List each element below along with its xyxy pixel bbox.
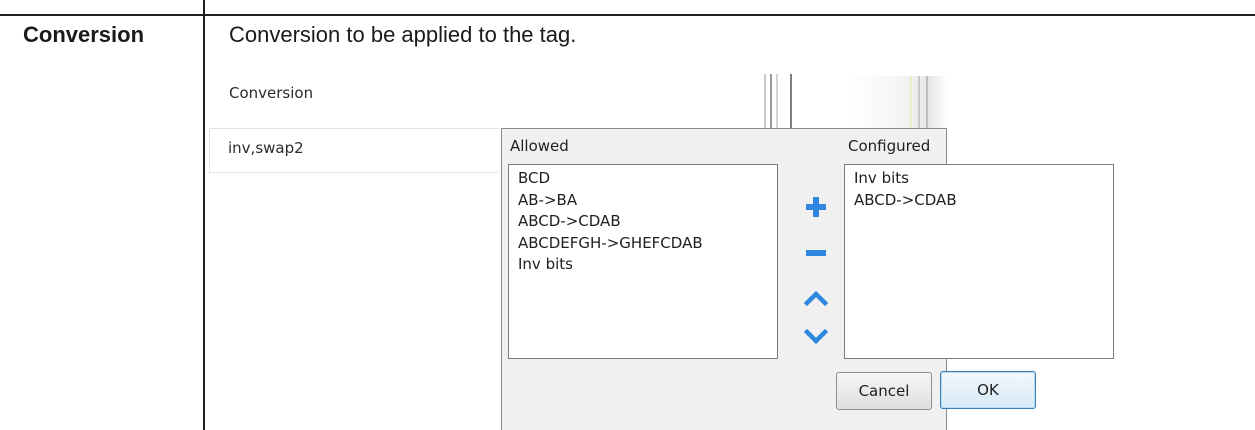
parameter-name: Conversion — [23, 22, 145, 47]
minus-icon[interactable] — [802, 239, 830, 267]
table-column-divider-top — [203, 0, 205, 15]
conversion-input[interactable]: inv,swap2 — [209, 128, 499, 173]
allowed-list-label: Allowed — [510, 137, 569, 155]
conversion-field-caption: Conversion — [229, 84, 314, 102]
list-item[interactable]: ABCD->CDAB — [518, 211, 777, 233]
configured-list-label: Configured — [848, 137, 931, 155]
table-row-divider — [0, 14, 1255, 16]
table-column-divider — [203, 15, 205, 430]
allowed-list[interactable]: BCD AB->BA ABCD->CDAB ABCDEFGH->GHEFCDAB… — [508, 164, 778, 359]
cancel-button[interactable]: Cancel — [836, 372, 932, 410]
list-item[interactable]: Inv bits — [854, 168, 1113, 190]
parameter-description: Conversion to be applied to the tag. — [229, 22, 577, 47]
conversion-input-value: inv,swap2 — [228, 139, 304, 157]
list-item[interactable]: ABCDEFGH->GHEFCDAB — [518, 233, 777, 255]
background-window-edge — [764, 74, 794, 130]
list-item[interactable]: BCD — [518, 168, 777, 190]
list-item[interactable]: Inv bits — [518, 254, 777, 276]
background-window-shade — [850, 76, 948, 128]
list-item[interactable]: ABCD->CDAB — [854, 190, 1113, 212]
configured-list[interactable]: Inv bits ABCD->CDAB — [844, 164, 1114, 359]
list-item[interactable]: AB->BA — [518, 190, 777, 212]
conversion-dialog: Allowed Configured BCD AB->BA ABCD->CDAB… — [501, 128, 1114, 430]
ok-button[interactable]: OK — [940, 371, 1036, 409]
chevron-up-icon[interactable] — [802, 284, 830, 312]
plus-icon[interactable] — [802, 193, 830, 221]
chevron-down-icon[interactable] — [802, 323, 830, 351]
